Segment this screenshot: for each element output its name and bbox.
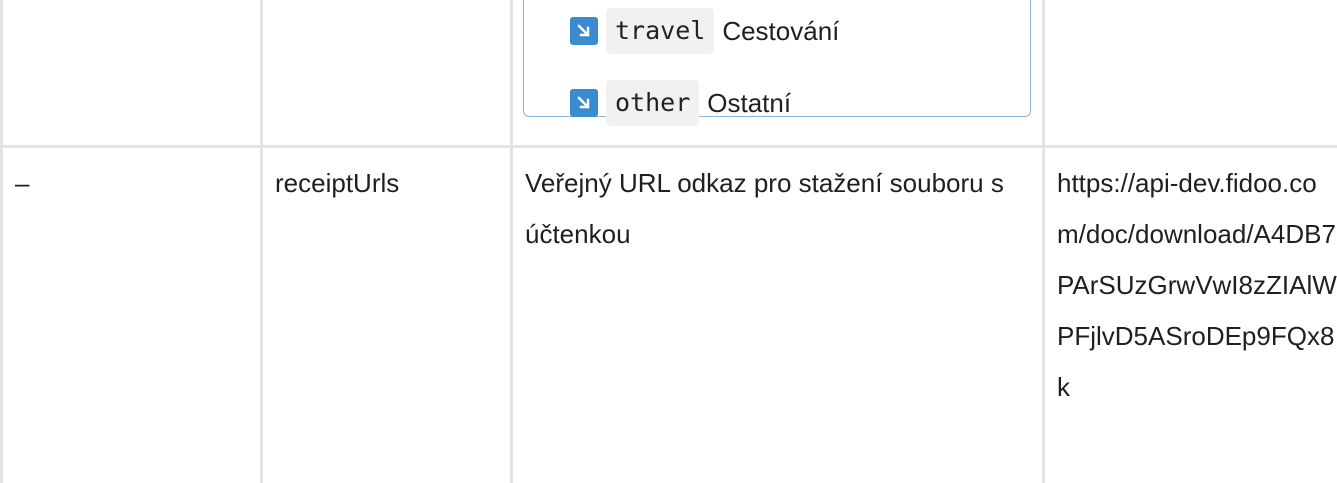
table-cell-empty (260, 0, 513, 148)
table-cell-enum: travel Cestování other Ostatní (510, 0, 1045, 148)
enum-item-travel: travel Cestování (570, 8, 1030, 54)
arrow-down-right-icon (570, 89, 598, 117)
enum-label: Cestování (722, 16, 840, 46)
required-cell: – (0, 145, 263, 483)
table-cell-empty (1042, 0, 1337, 148)
table-row: – receiptUrls Veřejný URL odkaz pro staž… (0, 145, 1337, 483)
field-table-wrapper: travel Cestování other Ostatní – receipt… (0, 0, 1337, 483)
enum-code: travel (606, 8, 715, 54)
enum-values-box: travel Cestování other Ostatní (523, 0, 1031, 126)
table-row: travel Cestování other Ostatní (0, 0, 1337, 148)
enum-label: Ostatní (707, 88, 792, 118)
enum-code: other (606, 80, 700, 126)
field-example-cell: https://api-dev.fidoo.com/doc/download/A… (1042, 145, 1337, 483)
field-table: travel Cestování other Ostatní – receipt… (0, 0, 1337, 483)
table-cell-empty (0, 0, 263, 148)
enum-item-other: other Ostatní (570, 80, 1030, 126)
field-description-cell: Veřejný URL odkaz pro stažení souboru s … (510, 145, 1045, 483)
field-name-cell: receiptUrls (260, 145, 513, 483)
arrow-down-right-icon (570, 17, 598, 45)
